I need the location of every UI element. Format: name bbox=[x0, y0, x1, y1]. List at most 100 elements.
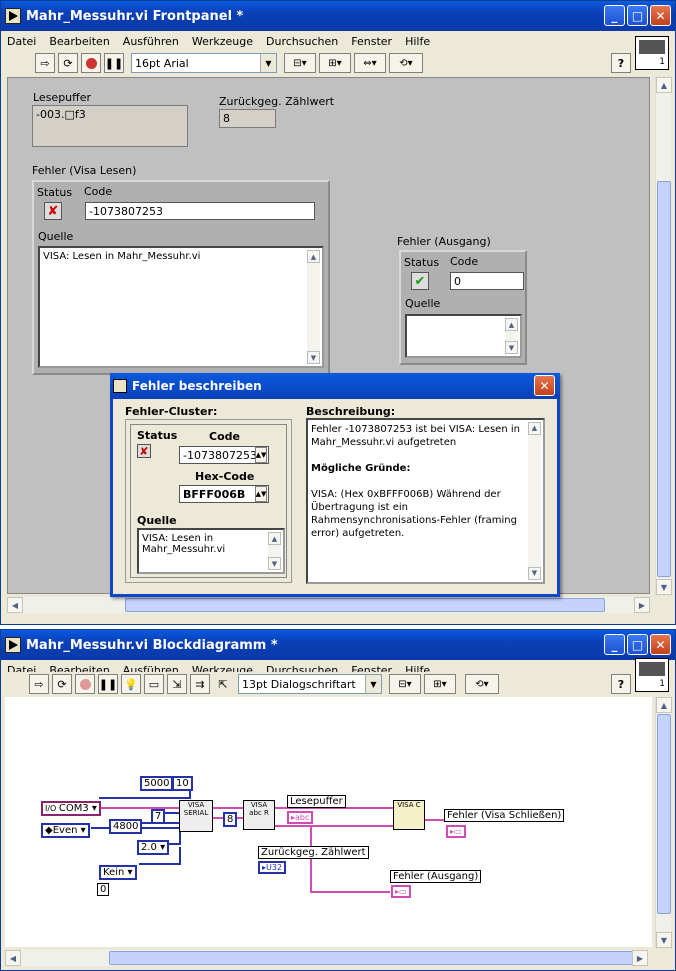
front-panel-vertical-scrollbar[interactable]: ▲ ▼ bbox=[655, 77, 672, 595]
quelle-field: VISA: Lesen in Mahr_Messuhr.vi ▲ ▼ bbox=[38, 246, 324, 368]
help-icon[interactable]: ? bbox=[611, 53, 631, 73]
maximize-button[interactable]: □ bbox=[627, 634, 648, 655]
step-into-icon[interactable]: ⇲ bbox=[167, 674, 187, 694]
run-continuously-icon[interactable]: ⟳ bbox=[58, 53, 78, 73]
scroll-up-icon[interactable]: ▲ bbox=[268, 532, 281, 545]
chevron-down-icon: ▼ bbox=[365, 675, 381, 693]
reorder-icon[interactable]: ⟲▾ bbox=[389, 53, 423, 73]
visa-read-node[interactable]: VISA abc R bbox=[243, 800, 275, 830]
step-out-icon[interactable]: ⇱ bbox=[213, 674, 233, 694]
beschreibung-scrollbar[interactable]: ▲ ▼ bbox=[528, 422, 541, 580]
lesepuffer-terminal[interactable]: ▸abc bbox=[287, 811, 314, 824]
data-bits-constant[interactable]: 7 bbox=[151, 809, 166, 824]
pause-icon[interactable]: ❚❚ bbox=[98, 674, 118, 694]
visa-resource-constant[interactable]: I/O COM3 ▾ bbox=[41, 801, 101, 816]
close-button[interactable]: ✕ bbox=[650, 634, 671, 655]
quelle-scrollbar[interactable]: ▲ ▼ bbox=[307, 250, 320, 364]
font-selector[interactable]: 13pt Dialogschriftart ▼ bbox=[238, 674, 382, 694]
fehler-ausgang-terminal-label: Fehler (Ausgang) bbox=[390, 870, 482, 883]
byte-count-constant[interactable]: 8 bbox=[223, 812, 238, 827]
scroll-down-icon[interactable]: ▼ bbox=[528, 567, 541, 580]
dialog-close-button[interactable]: ✕ bbox=[534, 375, 555, 396]
run-arrow-icon[interactable]: ⇨ bbox=[35, 53, 55, 73]
scroll-up-icon[interactable]: ▲ bbox=[307, 250, 320, 263]
scroll-thumb[interactable] bbox=[657, 181, 671, 577]
zaehlwert-terminal-label: Zurückgeg. Zählwert bbox=[258, 846, 369, 859]
scroll-left-icon[interactable]: ◀ bbox=[5, 950, 21, 966]
vi-icon[interactable]: 1 bbox=[635, 658, 669, 692]
menu-hilfe[interactable]: Hilfe bbox=[405, 35, 430, 48]
abort-icon[interactable] bbox=[81, 53, 101, 73]
parity-constant[interactable]: ◆Even ▾ bbox=[41, 823, 90, 838]
stop-bits-value: 2.0 bbox=[141, 842, 157, 853]
quelle-scrollbar[interactable]: ▲ ▼ bbox=[505, 318, 518, 354]
scroll-up-icon[interactable]: ▲ bbox=[528, 422, 541, 435]
run-continuously-icon[interactable]: ⟳ bbox=[52, 674, 72, 694]
visa-serial-node[interactable]: VISA SERIAL bbox=[179, 800, 213, 832]
block-diagram-titlebar[interactable]: Mahr_Messuhr.vi Blockdiagramm * _ □ ✕ bbox=[1, 630, 675, 660]
fehler-visa-lesen-label: Fehler (Visa Lesen) bbox=[32, 164, 137, 177]
maximize-button[interactable]: □ bbox=[627, 5, 648, 26]
scroll-down-icon[interactable]: ▼ bbox=[268, 557, 281, 570]
scroll-thumb[interactable] bbox=[125, 598, 605, 612]
front-panel-horizontal-scrollbar[interactable]: ◀ ▶ bbox=[7, 597, 650, 613]
dialog-titlebar[interactable]: Fehler beschreiben ✕ bbox=[110, 373, 560, 399]
scroll-down-icon[interactable]: ▼ bbox=[505, 341, 518, 354]
quelle-label: Quelle bbox=[405, 297, 441, 310]
retain-wire-values-icon[interactable]: ▭ bbox=[144, 674, 164, 694]
scroll-down-icon[interactable]: ▼ bbox=[656, 932, 672, 948]
block-diagram-horizontal-scrollbar[interactable]: ◀ ▶ bbox=[5, 950, 648, 966]
flow-control-constant[interactable]: Kein ▾ bbox=[99, 865, 137, 880]
close-button[interactable]: ✕ bbox=[650, 5, 671, 26]
resize-icon[interactable]: ⇔▾ bbox=[354, 53, 386, 73]
help-icon[interactable]: ? bbox=[611, 674, 631, 694]
visa-close-node[interactable]: VISA C bbox=[393, 800, 425, 830]
beschreibung-field: Fehler -1073807253 ist bei VISA: Lesen i… bbox=[306, 418, 545, 584]
timeout-constant[interactable]: 5000 bbox=[140, 776, 174, 791]
distribute-icon[interactable]: ⊞▾ bbox=[424, 674, 456, 694]
scroll-up-icon[interactable]: ▲ bbox=[656, 77, 672, 93]
run-arrow-icon[interactable]: ⇨ bbox=[29, 674, 49, 694]
baud-constant[interactable]: 4800 bbox=[109, 819, 143, 834]
minimize-button[interactable]: _ bbox=[604, 634, 625, 655]
fehler-schliessen-terminal[interactable]: ▸▭ bbox=[446, 825, 466, 838]
scroll-right-icon[interactable]: ▶ bbox=[634, 597, 650, 613]
quelle-scrollbar[interactable]: ▲ ▼ bbox=[268, 532, 281, 570]
scroll-right-icon[interactable]: ▶ bbox=[632, 950, 648, 966]
menu-datei[interactable]: Datei bbox=[7, 35, 36, 48]
front-panel-titlebar[interactable]: Mahr_Messuhr.vi Frontpanel * _ □ ✕ bbox=[1, 1, 675, 31]
menu-fenster[interactable]: Fenster bbox=[351, 35, 392, 48]
code-spinner-icon[interactable]: ▲▼ bbox=[255, 447, 267, 463]
vi-icon[interactable]: 1 bbox=[635, 36, 669, 70]
scroll-left-icon[interactable]: ◀ bbox=[7, 597, 23, 613]
scroll-up-icon[interactable]: ▲ bbox=[505, 318, 518, 331]
block-diagram-vertical-scrollbar[interactable]: ▲ ▼ bbox=[655, 697, 672, 948]
highlight-execution-icon[interactable]: 💡 bbox=[121, 674, 141, 694]
scroll-thumb[interactable] bbox=[109, 951, 634, 965]
pause-icon[interactable]: ❚❚ bbox=[104, 53, 124, 73]
menu-durchsuchen[interactable]: Durchsuchen bbox=[266, 35, 338, 48]
menu-bearbeiten[interactable]: Bearbeiten bbox=[49, 35, 109, 48]
termchar-constant[interactable]: 10 bbox=[172, 776, 193, 791]
wire bbox=[164, 812, 179, 814]
scroll-down-icon[interactable]: ▼ bbox=[656, 579, 672, 595]
abort-icon[interactable] bbox=[75, 674, 95, 694]
menu-werkzeuge[interactable]: Werkzeuge bbox=[192, 35, 253, 48]
menu-ausfuehren[interactable]: Ausführen bbox=[123, 35, 179, 48]
distribute-icon[interactable]: ⊞▾ bbox=[319, 53, 351, 73]
fehler-ausgang-terminal[interactable]: ▸▭ bbox=[391, 885, 411, 898]
zaehlwert-terminal-type: U32 bbox=[266, 863, 283, 872]
flow-control-value-label: 0 bbox=[97, 883, 110, 896]
align-icon[interactable]: ⊟▾ bbox=[284, 53, 316, 73]
stop-bits-constant[interactable]: 2.0 ▾ bbox=[137, 840, 170, 855]
font-selector[interactable]: 16pt Arial ▼ bbox=[131, 53, 277, 73]
scroll-thumb[interactable] bbox=[657, 714, 671, 914]
hex-spinner-icon[interactable]: ▲▼ bbox=[255, 486, 267, 502]
align-icon[interactable]: ⊟▾ bbox=[389, 674, 421, 694]
zaehlwert-terminal[interactable]: ▸U32 bbox=[258, 861, 287, 874]
scroll-down-icon[interactable]: ▼ bbox=[307, 351, 320, 364]
minimize-button[interactable]: _ bbox=[604, 5, 625, 26]
reorder-icon[interactable]: ⟲▾ bbox=[465, 674, 499, 694]
scroll-up-icon[interactable]: ▲ bbox=[656, 697, 672, 713]
step-over-icon[interactable]: ⇉ bbox=[190, 674, 210, 694]
